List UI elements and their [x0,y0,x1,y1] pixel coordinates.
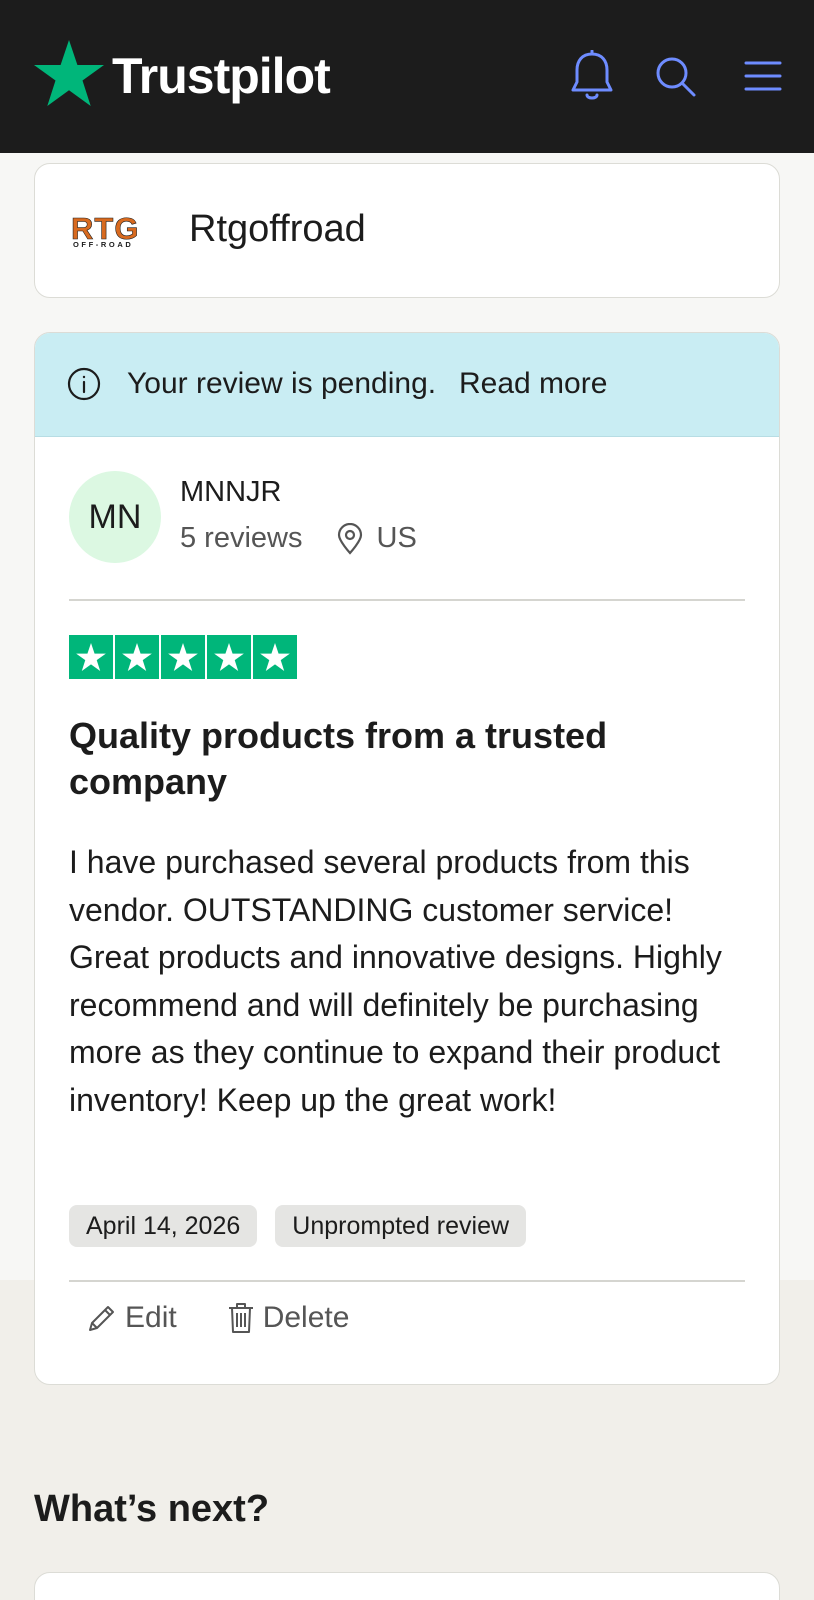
review-actions: Edit Delete [87,1301,399,1335]
trash-icon [228,1303,253,1333]
top-navigation-bar: Trustpilot [0,0,814,153]
edit-button[interactable]: Edit [87,1301,177,1335]
next-card [34,1572,780,1600]
brand-name: Trustpilot [112,48,331,104]
star-icon [207,635,251,679]
edit-label: Edit [125,1301,177,1334]
pencil-icon [89,1306,114,1331]
reviewer-name[interactable]: MNNJR [180,476,282,509]
review-date: April 14, 2026 [69,1205,258,1247]
star-rating [69,635,297,679]
notification-bell-icon[interactable] [570,49,614,109]
review-tags: April 14, 2026 Unprompted review [69,1205,527,1247]
review-card: Your review is pending. Read more MN MNN… [34,332,780,1385]
pending-banner: Your review is pending. Read more [35,333,779,437]
company-card[interactable]: RTG OFF-ROAD Rtgoffroad [34,163,780,298]
read-more-link[interactable]: Read more [459,367,607,401]
delete-label: Delete [262,1301,350,1334]
reviewer-meta: 5 reviews US [180,522,417,555]
company-logo-subtext: OFF-ROAD [73,240,133,248]
avatar: MN [69,471,161,563]
company-name[interactable]: Rtgoffroad [189,208,366,251]
star-icon [253,635,297,679]
avatar-initials: MN [88,497,142,536]
review-title: Quality products from a trusted company [69,715,608,802]
pending-message: Your review is pending. [127,367,437,400]
star-icon [115,635,159,679]
reviewer-country: US [337,522,417,555]
star-icon [161,635,205,679]
delete-button[interactable]: Delete [227,1301,350,1335]
trustpilot-logo[interactable]: Trustpilot [34,40,331,106]
menu-icon[interactable] [744,60,782,97]
review-label: Unprompted review [275,1205,527,1247]
location-pin-icon [337,522,362,555]
info-icon [67,367,101,401]
actions-divider [69,1280,745,1282]
star-icon [69,635,113,679]
country-code: US [376,522,417,554]
whats-next-heading: What’s next? [34,1488,270,1530]
search-icon[interactable] [654,55,698,104]
trustpilot-star-icon [34,40,104,106]
company-logo: RTG OFF-ROAD [71,214,139,248]
reviewer-divider [69,599,745,601]
review-body: I have purchased several products from t… [69,844,722,1118]
review-count: 5 reviews [180,522,303,554]
